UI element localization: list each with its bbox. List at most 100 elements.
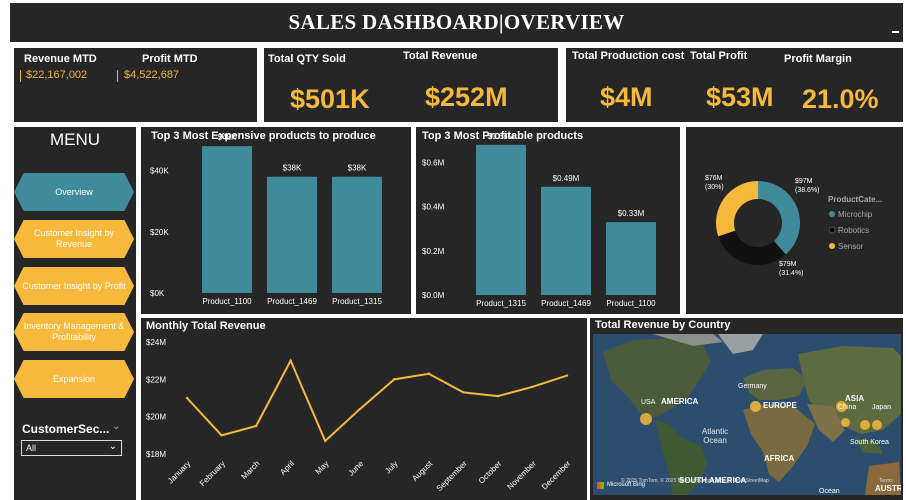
map-label-south-korea: South Korea <box>850 439 889 446</box>
map-label-atlantic: Atlantic Ocean <box>701 427 729 445</box>
chevron-down-icon: ⌄ <box>108 441 117 452</box>
data-point <box>254 424 258 428</box>
y-tick-label: $18M <box>146 450 166 459</box>
slice-pct-label: (30%) <box>705 184 724 191</box>
y-tick-label: $0.2M <box>422 247 445 256</box>
map-label-europe: EUROPE <box>763 401 797 410</box>
y-tick-label: $24M <box>146 338 166 347</box>
slice-value-label: $79M <box>779 261 797 268</box>
y-tick-label: $0K <box>150 289 165 298</box>
monthly-revenue-panel: Monthly Total Revenue $18M $20M $22M $24M Ja… <box>141 318 587 500</box>
menu-title: MENU <box>49 130 101 149</box>
slice-pct-label: (31.4%) <box>779 270 804 277</box>
map-label-ocean: Ocean <box>819 488 840 495</box>
nav-overview-button[interactable]: Overview <box>14 173 134 211</box>
data-point <box>393 378 396 381</box>
x-tick-label: Product_1315 <box>476 299 526 308</box>
map-landmass <box>603 334 901 495</box>
data-label: $48K <box>218 133 237 142</box>
chevron-down-icon[interactable]: ⌄ <box>112 421 120 432</box>
world-map[interactable]: USA AMERICA Germany EUROPE ASIA China Ja… <box>593 334 901 495</box>
japan-bubble[interactable] <box>872 420 882 430</box>
usa-bubble[interactable] <box>640 413 652 425</box>
data-label: $38K <box>348 164 367 173</box>
map-label-usa: USA <box>641 399 656 406</box>
total-profit-label: Total Profit <box>690 50 748 62</box>
legend-marker <box>829 211 835 217</box>
data-point <box>462 391 465 394</box>
chart-title: Total Revenue by Country <box>595 319 731 331</box>
map-label-australia: AUSTR <box>875 484 901 493</box>
kpi-divider <box>117 70 118 82</box>
x-tick-label: Product_1100 <box>606 299 656 308</box>
data-point <box>496 394 500 398</box>
legend-title: ProductCate... <box>828 195 882 204</box>
minimize-icon[interactable] <box>892 31 899 33</box>
data-point <box>531 385 534 388</box>
south-korea-bubble[interactable] <box>860 420 870 430</box>
bar <box>476 144 526 295</box>
total-qty-label: Total QTY Sold <box>268 53 346 65</box>
legend-label: Microchip <box>838 210 873 219</box>
bar <box>202 146 252 293</box>
total-qty-value: $501K <box>290 84 370 114</box>
revenue-mtd-value: $22,167,002 <box>26 69 88 81</box>
x-tick-label: Product_1100 <box>202 297 252 306</box>
bar <box>606 222 656 295</box>
data-label: $0.33M <box>618 209 645 218</box>
profitable-products-panel: Top 3 Most Profitable products $0.0M $0.2… <box>416 127 680 314</box>
expensive-products-chart: $0K $20K $40K $48K Product_1100 $38K Product_1… <box>150 133 382 306</box>
customer-segment-dropdown[interactable]: All ⌄ <box>21 440 122 456</box>
bing-logo <box>597 482 604 489</box>
bing-label: Microsoft Bing <box>607 482 646 488</box>
germany-bubble[interactable] <box>750 401 761 412</box>
revenue-mtd-label: Revenue MTD <box>24 53 97 65</box>
nav-customer-profit-button[interactable]: Customer Insight by Profit <box>14 267 134 305</box>
profit-margin-value: 21.0% <box>802 84 879 114</box>
nav-inventory-button[interactable]: Inventory Management & Profitability <box>14 313 134 351</box>
data-point <box>220 434 223 437</box>
china-bubble-2[interactable] <box>841 418 850 427</box>
monthly-revenue-chart: $18M $20M $22M $24M January February March Apri… <box>146 338 573 493</box>
legend-label: Robotics <box>838 226 869 235</box>
slice-pct-label: (38.6%) <box>795 187 820 194</box>
customer-segment-slicer-label: CustomerSec... <box>22 422 110 436</box>
y-tick-label: $22M <box>146 375 166 384</box>
slice-value-label: $76M <box>705 175 723 182</box>
x-tick-label: April <box>278 459 296 477</box>
y-tick-label: $0.6M <box>422 159 445 168</box>
y-tick-label: $40K <box>150 167 169 176</box>
donut-slice <box>758 181 800 255</box>
x-tick-label: February <box>198 459 227 488</box>
profitable-products-chart: $0.0M $0.2M $0.4M $0.6M $0.68M Product_1315 $0… <box>422 132 656 308</box>
x-tick-label: June <box>347 459 366 478</box>
x-tick-label: October <box>477 459 504 486</box>
map-label-china: China <box>838 404 857 411</box>
page-title: SALES DASHBOARD|OVERVIEW <box>288 10 625 34</box>
total-profit-value: $53M <box>706 82 774 112</box>
y-tick-label: $0.4M <box>422 203 445 212</box>
dropdown-selected-value: All <box>26 443 37 453</box>
profit-margin-label: Profit Margin <box>784 53 852 65</box>
data-point <box>565 374 569 377</box>
profit-mtd-value: $4,522,687 <box>124 69 180 81</box>
y-tick-label: $20K <box>150 228 169 237</box>
x-tick-label: Product_1469 <box>541 299 591 308</box>
x-tick-label: Product_1469 <box>267 297 317 306</box>
bar <box>267 176 317 293</box>
nav-customer-revenue-button[interactable]: Customer Insight by Revenue <box>14 220 134 258</box>
map-terms-link[interactable]: Terms <box>879 478 893 484</box>
production-cost-label: Total Production cost <box>572 50 685 62</box>
profit-mtd-label: Profit MTD <box>142 53 198 65</box>
total-revenue-value: $252M <box>425 82 508 112</box>
legend-marker <box>829 243 835 249</box>
bar <box>332 176 382 293</box>
y-tick-label: $0.0M <box>422 291 445 300</box>
bar <box>541 186 591 295</box>
map-label-america: AMERICA <box>661 397 699 406</box>
donut-slice <box>718 230 786 265</box>
nav-expansion-button[interactable]: Expansion <box>14 360 134 398</box>
production-cost-value: $4M <box>600 82 653 112</box>
kpi-card-sales: Total QTY Sold Total Revenue $501K $252M <box>264 48 558 122</box>
map-label-germany: Germany <box>738 383 767 390</box>
